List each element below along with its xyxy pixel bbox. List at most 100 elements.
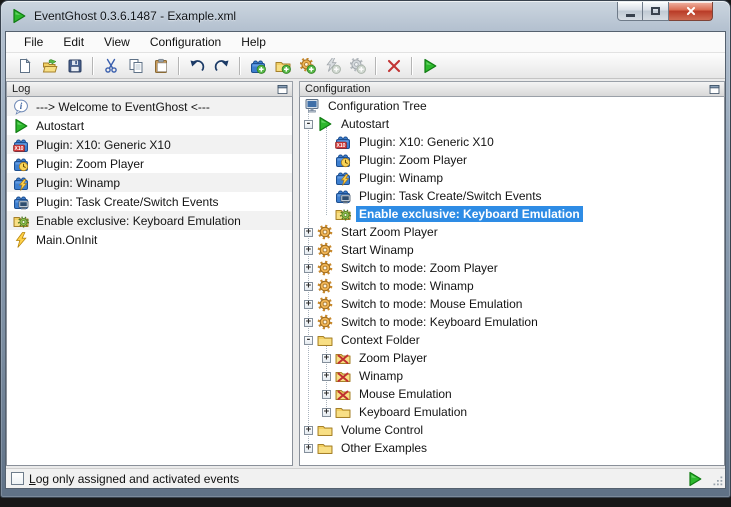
add-action-button bbox=[346, 55, 369, 77]
gear-icon bbox=[317, 260, 333, 276]
paste-button[interactable] bbox=[149, 55, 172, 77]
folder-x-icon bbox=[335, 368, 351, 384]
folder-icon bbox=[317, 440, 333, 456]
tree-item[interactable]: Plugin: Winamp bbox=[300, 169, 724, 187]
tree-item[interactable]: +Switch to mode: Winamp bbox=[300, 277, 724, 295]
expand-toggle[interactable]: + bbox=[304, 318, 313, 327]
maximize-pane-icon[interactable] bbox=[708, 83, 721, 96]
gear-icon bbox=[317, 296, 333, 312]
log-entry-text: ---> Welcome to EventGhost <--- bbox=[36, 100, 210, 114]
log-entry[interactable]: Autostart bbox=[7, 116, 292, 135]
folder-icon bbox=[317, 422, 333, 438]
client-area: File Edit View Configuration Help bbox=[5, 31, 726, 489]
tree-item[interactable]: + Switch to mode: Zoom Player bbox=[300, 259, 724, 277]
plugin-icon bbox=[13, 175, 29, 191]
cut-button[interactable] bbox=[99, 55, 122, 77]
delete-button[interactable] bbox=[382, 55, 405, 77]
titlebar[interactable]: EventGhost 0.3.6.1487 - Example.xml bbox=[1, 1, 730, 31]
plugin-icon bbox=[335, 170, 351, 186]
expand-toggle[interactable]: + bbox=[304, 444, 313, 453]
undo-button[interactable] bbox=[185, 55, 208, 77]
log-entry[interactable]: Plugin: Winamp bbox=[7, 173, 292, 192]
execute-icon[interactable] bbox=[687, 471, 703, 487]
add-event-button bbox=[321, 55, 344, 77]
expand-toggle[interactable]: + bbox=[322, 372, 331, 381]
tree-item[interactable]: +Other Examples bbox=[300, 439, 724, 457]
menu-configuration[interactable]: Configuration bbox=[140, 33, 231, 51]
expand-toggle[interactable]: + bbox=[304, 228, 313, 237]
tree-item[interactable]: + Start Zoom Player bbox=[300, 223, 724, 241]
tree-item-label: Plugin: Zoom Player bbox=[356, 152, 470, 168]
tree-item[interactable]: -Autostart bbox=[300, 115, 724, 133]
new-button[interactable] bbox=[13, 55, 36, 77]
maximize-button[interactable] bbox=[643, 2, 669, 21]
tree-item[interactable]: + Switch to mode: Keyboard Emulation bbox=[300, 313, 724, 331]
expand-toggle[interactable]: + bbox=[304, 246, 313, 255]
tree-item[interactable]: +Start Winamp bbox=[300, 241, 724, 259]
expand-toggle[interactable]: + bbox=[304, 282, 313, 291]
log-filter-checkbox[interactable] bbox=[11, 472, 24, 485]
toolbar-separator bbox=[178, 57, 179, 75]
tree-item-label: Plugin: X10: Generic X10 bbox=[356, 134, 497, 150]
log-entry[interactable]: Plugin: X10: Generic X10 bbox=[7, 135, 292, 154]
tree-item-label: Switch to mode: Mouse Emulation bbox=[338, 296, 525, 312]
expand-toggle[interactable]: + bbox=[304, 264, 313, 273]
play-icon bbox=[317, 116, 333, 132]
tree-item[interactable]: + Keyboard Emulation bbox=[300, 403, 724, 421]
tree-item[interactable]: + Switch to mode: Mouse Emulation bbox=[300, 295, 724, 313]
plugin-icon bbox=[13, 137, 29, 153]
expand-toggle[interactable]: + bbox=[322, 408, 331, 417]
log-panel: Log ---> Welcome to EventGhost <--- Auto… bbox=[6, 81, 293, 466]
log-entry[interactable]: Plugin: Task Create/Switch Events bbox=[7, 192, 292, 211]
menu-view[interactable]: View bbox=[94, 33, 140, 51]
log-entry[interactable]: ---> Welcome to EventGhost <--- bbox=[7, 97, 292, 116]
expand-toggle[interactable]: + bbox=[322, 390, 331, 399]
log-list: ---> Welcome to EventGhost <--- Autostar… bbox=[6, 97, 293, 466]
menu-help[interactable]: Help bbox=[231, 33, 276, 51]
tree-item[interactable]: + Volume Control bbox=[300, 421, 724, 439]
tree-item-label: Switch to mode: Keyboard Emulation bbox=[338, 314, 541, 330]
tree-item[interactable]: Plugin: Task Create/Switch Events bbox=[300, 187, 724, 205]
save-button[interactable] bbox=[63, 55, 86, 77]
tree-item[interactable]: +Zoom Player bbox=[300, 349, 724, 367]
plugin-icon bbox=[13, 194, 29, 210]
expand-toggle[interactable]: + bbox=[304, 300, 313, 309]
resize-grip[interactable] bbox=[710, 473, 724, 487]
tree-item-label: Keyboard Emulation bbox=[356, 404, 470, 420]
log-entry[interactable]: Enable exclusive: Keyboard Emulation bbox=[7, 211, 292, 230]
collapse-toggle[interactable]: - bbox=[304, 120, 313, 129]
menu-file[interactable]: File bbox=[14, 33, 53, 51]
execute-button[interactable] bbox=[418, 55, 441, 77]
menu-edit[interactable]: Edit bbox=[53, 33, 94, 51]
tree-item[interactable]: +Winamp bbox=[300, 367, 724, 385]
gear-icon bbox=[317, 224, 333, 240]
redo-button[interactable] bbox=[210, 55, 233, 77]
expand-toggle[interactable]: + bbox=[304, 426, 313, 435]
log-panel-header: Log bbox=[6, 81, 293, 97]
log-entry[interactable]: Plugin: Zoom Player bbox=[7, 154, 292, 173]
tree-item[interactable]: Configuration Tree bbox=[300, 97, 724, 115]
computer-icon bbox=[304, 98, 320, 114]
add-folder-button[interactable] bbox=[271, 55, 294, 77]
tree-item[interactable]: +Mouse Emulation bbox=[300, 385, 724, 403]
copy-button[interactable] bbox=[124, 55, 147, 77]
tree-item[interactable]: -Context Folder bbox=[300, 331, 724, 349]
tree-item-label: Volume Control bbox=[338, 422, 426, 438]
log-entry[interactable]: Main.OnInit bbox=[7, 230, 292, 249]
collapse-toggle[interactable]: - bbox=[304, 336, 313, 345]
tree-item-selected[interactable]: Enable exclusive: Keyboard Emulation bbox=[300, 205, 724, 223]
plugin-icon bbox=[335, 134, 351, 150]
minimize-button[interactable] bbox=[617, 2, 643, 21]
open-button[interactable] bbox=[38, 55, 61, 77]
tree-item-label: Switch to mode: Zoom Player bbox=[338, 260, 501, 276]
folder-icon bbox=[335, 404, 351, 420]
tree-item[interactable]: Plugin: Zoom Player bbox=[300, 151, 724, 169]
add-macro-button[interactable] bbox=[296, 55, 319, 77]
tree-item[interactable]: Plugin: X10: Generic X10 bbox=[300, 133, 724, 151]
expand-toggle[interactable]: + bbox=[322, 354, 331, 363]
tree-item-label: Start Zoom Player bbox=[338, 224, 441, 240]
close-button[interactable] bbox=[669, 2, 713, 21]
window-controls bbox=[617, 2, 713, 21]
maximize-pane-icon[interactable] bbox=[276, 83, 289, 96]
add-plugin-button[interactable] bbox=[246, 55, 269, 77]
